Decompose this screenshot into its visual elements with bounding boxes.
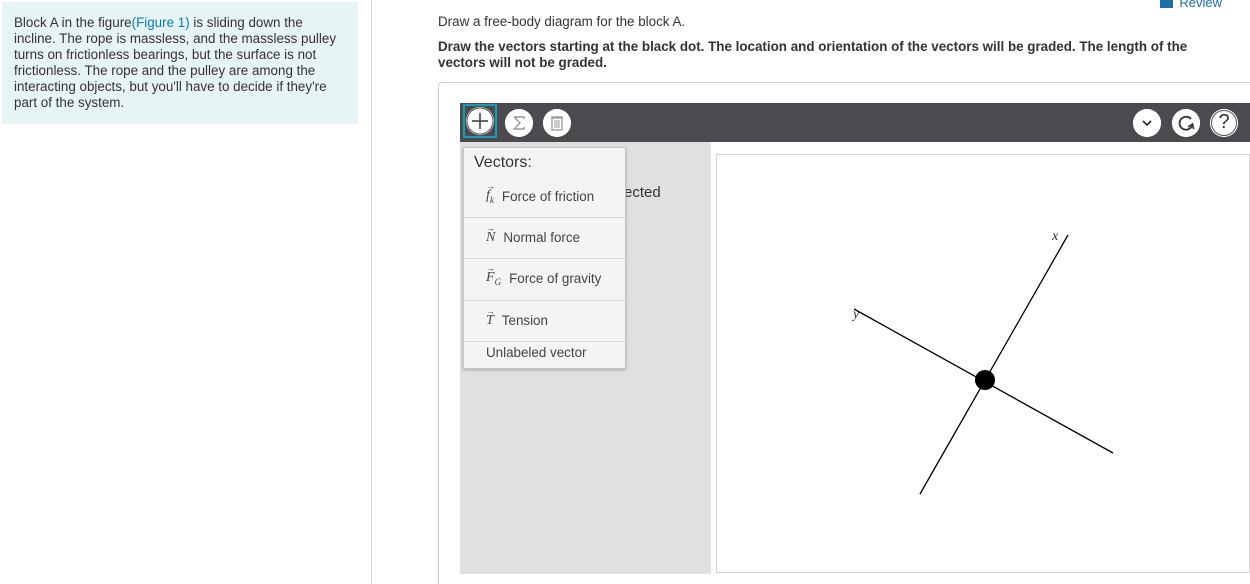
menu-item-label: Force of friction (501, 189, 595, 204)
menu-title: Vectors: (474, 154, 532, 171)
drawing-canvas[interactable]: x y (716, 154, 1250, 573)
x-axis-label: x (1052, 229, 1059, 244)
help-label: ? (1218, 111, 1230, 133)
reset-icon (1172, 109, 1200, 137)
plus-icon (466, 107, 494, 135)
x-axis-line (919, 234, 1069, 495)
instruction-text: Draw a free-body diagram for the block A… (438, 14, 686, 29)
y-axis-label: y (853, 307, 860, 322)
problem-statement: Block A in the figure(Figure 1) is slidi… (2, 2, 358, 124)
axes-diagram (853, 234, 1114, 495)
menu-item-unlabeled[interactable]: Unlabeled vector (464, 336, 625, 368)
menu-item-label: Unlabeled vector (486, 344, 587, 360)
menu-item-label: Tension (501, 313, 548, 328)
menu-item-normal[interactable]: → N Normal force (464, 217, 625, 258)
delete-button[interactable] (543, 109, 571, 137)
instruction-bold-text: Draw the vectors starting at the black d… (438, 39, 1188, 70)
toolbar (460, 103, 1250, 142)
left-panel: Block A in the figure(Figure 1) is slidi… (0, 0, 372, 584)
figure-link[interactable]: (Figure 1) (132, 15, 190, 30)
normal-symbol: → N (486, 222, 496, 245)
dropdown-button[interactable] (1133, 109, 1161, 137)
menu-item-friction[interactable]: → fk Force of friction (464, 176, 625, 217)
review-label: Review (1179, 0, 1222, 10)
friction-symbol: → fk (486, 181, 495, 205)
gravity-symbol: → FG (486, 263, 502, 287)
palette-status-text: ected (624, 184, 661, 201)
tension-symbol: → T (486, 305, 495, 328)
sum-vector-button[interactable] (505, 109, 533, 137)
menu-item-label: Normal force (503, 230, 580, 245)
review-icon (1160, 0, 1174, 8)
menu-item-gravity[interactable]: → FG Force of gravity (464, 258, 625, 299)
chevron-down-icon (1133, 109, 1161, 137)
sigma-icon (505, 109, 533, 137)
reset-button[interactable] (1172, 109, 1200, 137)
help-button[interactable]: ? (1210, 109, 1238, 137)
origin-dot (975, 370, 995, 390)
menu-item-tension[interactable]: → T Tension (464, 300, 625, 341)
review-link[interactable]: Review (1160, 0, 1222, 10)
menu-item-label: Force of gravity (509, 271, 602, 286)
trash-icon (543, 109, 571, 137)
vectors-menu: Vectors: → fk Force of friction → N Normal… (463, 147, 626, 369)
problem-text-start: Block A in the figure (14, 15, 132, 30)
add-vector-button[interactable] (463, 104, 497, 138)
